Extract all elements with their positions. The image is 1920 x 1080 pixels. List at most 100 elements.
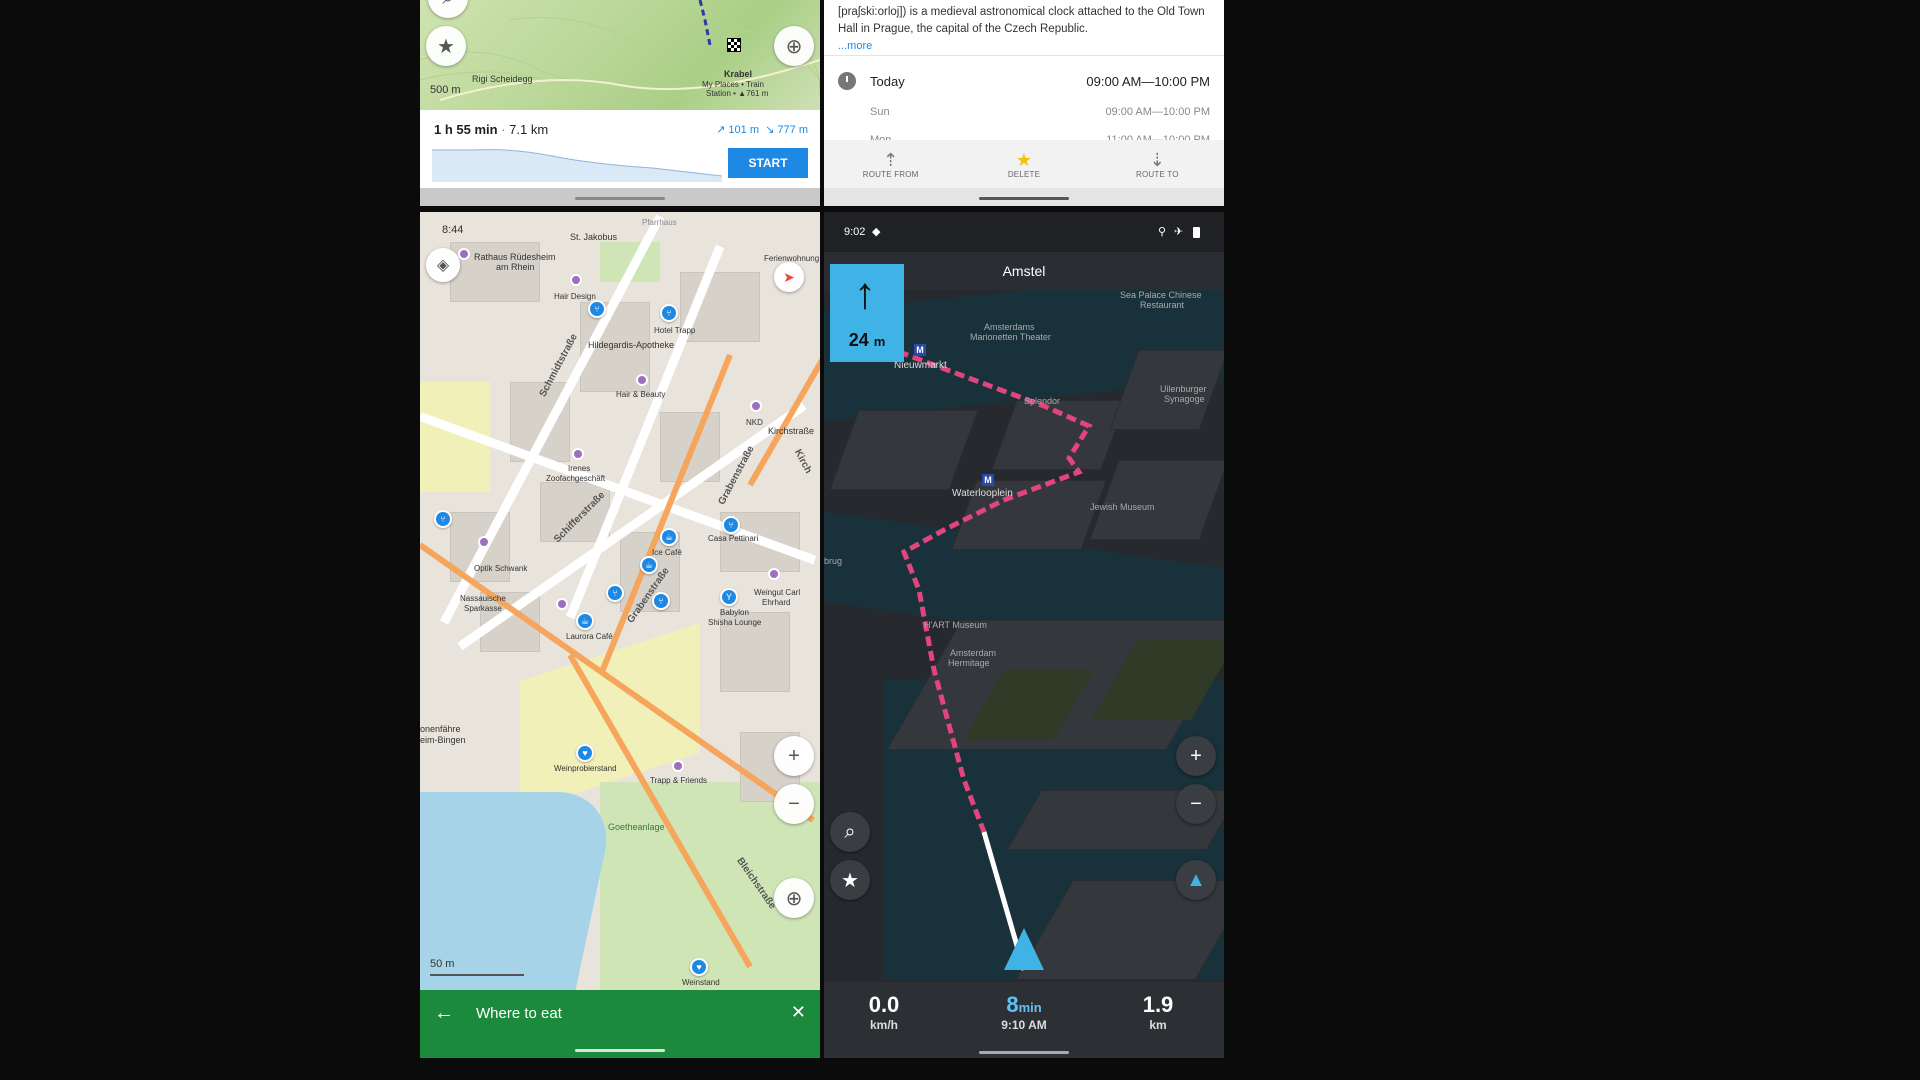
wine-poi[interactable]: ♥ bbox=[690, 958, 708, 976]
compass-button[interactable]: ▲ bbox=[1176, 860, 1216, 900]
restaurant-poi[interactable]: ⑂ bbox=[606, 584, 624, 602]
hours-row: Sun 09:00 AM—10:00 PM bbox=[824, 106, 1224, 118]
compass-button[interactable]: ➤ bbox=[774, 262, 804, 292]
cafe-poi[interactable]: ☕ bbox=[640, 556, 658, 574]
shop-poi[interactable] bbox=[570, 274, 582, 286]
home-indicator[interactable] bbox=[979, 197, 1069, 200]
airplane-icon: ✈ bbox=[1174, 226, 1184, 238]
restaurant-poi[interactable]: ⑂ bbox=[660, 304, 678, 322]
speed-unit: km/h bbox=[869, 1018, 898, 1032]
more-link[interactable]: ...more bbox=[838, 40, 872, 52]
turn-instruction[interactable]: ↑ 24 m bbox=[830, 264, 904, 362]
arrow-up-icon: ↑ bbox=[854, 269, 876, 318]
back-arrow-icon[interactable]: ← bbox=[434, 1002, 454, 1025]
delete-bookmark-button[interactable]: ★ DELETE bbox=[957, 140, 1090, 188]
compass-icon: ▲ bbox=[1186, 868, 1206, 891]
home-indicator[interactable] bbox=[979, 1051, 1069, 1054]
shop-poi[interactable] bbox=[750, 400, 762, 412]
search-query[interactable]: Where to eat bbox=[476, 1005, 562, 1022]
navigation-map[interactable]: Nieuwmarkt Amsterdams Marionetten Theate… bbox=[824, 290, 1224, 982]
trip-info-panel[interactable]: 0.0 km/h 8min 9:10 AM 1.9 km bbox=[824, 982, 1224, 1058]
my-location-button[interactable]: ⊕ bbox=[774, 878, 814, 918]
metro-icon: M bbox=[982, 474, 994, 486]
shop-poi[interactable] bbox=[636, 374, 648, 386]
restaurant-poi[interactable]: ⑂ bbox=[434, 510, 452, 528]
search-bar[interactable]: ← Where to eat ✕ bbox=[420, 990, 820, 1038]
action-label: DELETE bbox=[1007, 169, 1041, 179]
separator: · bbox=[497, 122, 510, 137]
turn-distance-unit: m bbox=[873, 334, 886, 349]
topographic-map[interactable]: ⌕ ★ ⊕ Rigi Scheidegg Krabel My Places • … bbox=[420, 0, 820, 110]
search-button[interactable]: ⌕ bbox=[830, 812, 870, 852]
status-time: 8:44 bbox=[442, 224, 464, 236]
cafe-poi[interactable]: ☕ bbox=[576, 612, 594, 630]
shop-poi[interactable] bbox=[572, 448, 584, 460]
hours-row-today[interactable]: Today 09:00 AM—10:00 PM bbox=[824, 74, 1224, 89]
zoom-out-button[interactable]: − bbox=[774, 784, 814, 824]
map-label: Hotel Trapp bbox=[654, 326, 696, 335]
map-label: Krabel bbox=[724, 69, 753, 79]
street-map[interactable]: 8:44 ◈ ➤ ⑂ ⑂ ⑂ ☕ ⑂ ☕ ⑂ ⑂ Y ☕ ♥ ♥ St. Jak… bbox=[420, 212, 820, 1052]
plus-icon: + bbox=[1190, 744, 1202, 767]
map-label: Uilenburger bbox=[1160, 384, 1207, 394]
route-summary-panel: 1 h 55 min · 7.1 km ↗ 101 m ↘ 777 m STAR… bbox=[420, 110, 820, 188]
wine-poi[interactable]: ♥ bbox=[576, 744, 594, 762]
home-indicator[interactable] bbox=[575, 1049, 665, 1052]
star-icon: ★ bbox=[841, 869, 859, 892]
shop-poi[interactable] bbox=[556, 598, 568, 610]
map-label: onenfähre bbox=[420, 724, 461, 734]
map-label: Sea Palace Chinese bbox=[1120, 290, 1202, 300]
map-label: Jewish Museum bbox=[1090, 502, 1155, 512]
layers-button[interactable]: ◈ bbox=[426, 248, 460, 282]
eta-metric: 8min 9:10 AM bbox=[964, 992, 1084, 1032]
minus-icon: − bbox=[1190, 792, 1202, 815]
map-label: Restaurant bbox=[1140, 300, 1185, 310]
system-nav-bar bbox=[420, 1038, 820, 1058]
shop-poi[interactable] bbox=[768, 568, 780, 580]
elevation-summary: ↗ 101 m ↘ 777 m bbox=[716, 123, 808, 136]
restaurant-poi[interactable]: ⑂ bbox=[722, 516, 740, 534]
compass-icon: ➤ bbox=[783, 268, 795, 285]
system-nav-bar bbox=[420, 188, 820, 206]
zoom-in-button[interactable]: + bbox=[774, 736, 814, 776]
map-label: Irenes bbox=[568, 464, 591, 473]
map-label: Marionetten Theater bbox=[970, 332, 1051, 342]
bar-poi[interactable]: Y bbox=[720, 588, 738, 606]
map-label: NKD bbox=[746, 418, 763, 427]
action-bar: ⇡ ROUTE FROM ★ DELETE ⇣ ROUTE TO bbox=[824, 140, 1224, 188]
descent: ↘ 777 m bbox=[765, 124, 808, 136]
home-indicator[interactable] bbox=[575, 197, 665, 200]
hours-time: 09:00 AM—10:00 PM bbox=[1105, 106, 1210, 118]
map-label: Babylon bbox=[720, 608, 749, 617]
map-label: Ferienwohnung bbox=[764, 254, 820, 263]
map-label: Kirchstraße bbox=[768, 426, 815, 436]
hours-day: Sun bbox=[870, 106, 890, 118]
map-label: Hair Design bbox=[554, 292, 596, 301]
route-from-button[interactable]: ⇡ ROUTE FROM bbox=[824, 140, 957, 188]
start-button[interactable]: START bbox=[728, 148, 808, 178]
finish-flag-icon bbox=[727, 38, 741, 52]
favorites-button[interactable]: ★ bbox=[830, 860, 870, 900]
map-label: My Places • Train bbox=[702, 80, 764, 89]
shop-poi[interactable] bbox=[672, 760, 684, 772]
restaurant-poi[interactable]: ⑂ bbox=[588, 300, 606, 318]
shop-poi[interactable] bbox=[458, 248, 470, 260]
eta-minutes: 8 bbox=[1006, 992, 1019, 1017]
scale-label: 50 m bbox=[430, 958, 455, 970]
eta-unit: min bbox=[1018, 1000, 1042, 1015]
zoom-out-button[interactable]: − bbox=[1176, 784, 1216, 824]
map-label: H'ART Museum bbox=[924, 620, 987, 630]
zoom-in-button[interactable]: + bbox=[1176, 736, 1216, 776]
map-label: Sparkasse bbox=[464, 604, 502, 613]
route-to-button[interactable]: ⇣ ROUTE TO bbox=[1091, 140, 1224, 188]
my-location-button[interactable]: ⊕ bbox=[774, 26, 814, 66]
distance-unit: km bbox=[1149, 1018, 1167, 1032]
map-label: Pfarrhaus bbox=[642, 218, 677, 227]
map-label: Amsterdam bbox=[950, 648, 997, 658]
close-icon[interactable]: ✕ bbox=[791, 1002, 806, 1023]
arrival-time: 9:10 AM bbox=[1001, 1018, 1047, 1032]
elevation-profile bbox=[432, 149, 722, 182]
shop-poi[interactable] bbox=[478, 536, 490, 548]
cafe-poi[interactable]: ☕ bbox=[660, 528, 678, 546]
favorites-button[interactable]: ★ bbox=[426, 26, 466, 66]
